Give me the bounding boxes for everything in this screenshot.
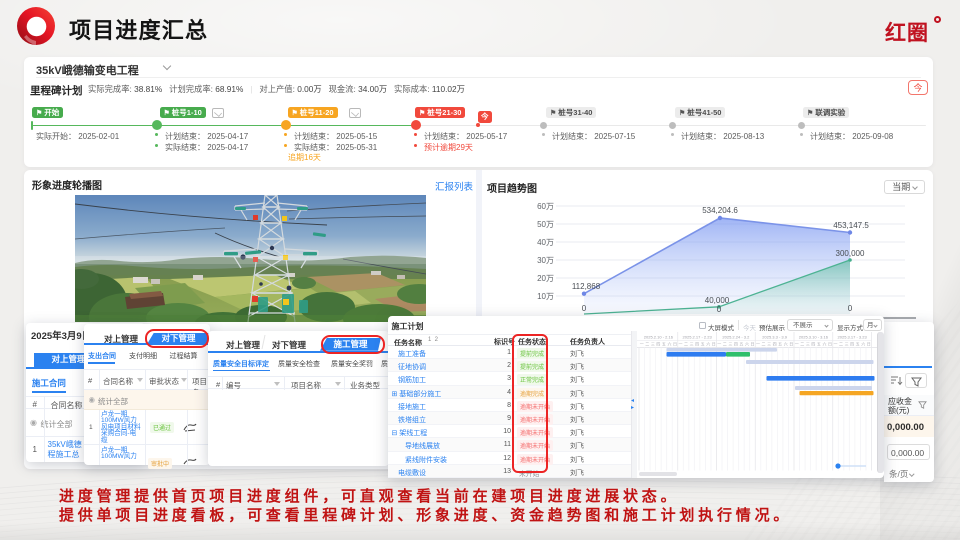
svg-text:453,147.5: 453,147.5 <box>833 221 869 230</box>
svg-text:三: 三 <box>651 341 655 346</box>
svg-text:二: 二 <box>645 341 649 346</box>
svg-text:0: 0 <box>848 304 853 313</box>
svg-text:五: 五 <box>856 341 860 346</box>
svg-text:三: 三 <box>728 341 732 346</box>
svg-text:五: 五 <box>778 341 782 346</box>
svg-text:六: 六 <box>706 340 710 346</box>
svg-text:六: 六 <box>784 340 788 346</box>
svg-text:六: 六 <box>822 340 826 346</box>
svg-text:30万: 30万 <box>537 256 554 265</box>
svg-text:二: 二 <box>684 341 688 346</box>
svg-text:50万: 50万 <box>537 220 554 229</box>
svg-text:一: 一 <box>756 341 760 346</box>
svg-text:六: 六 <box>861 340 865 346</box>
svg-text:10万: 10万 <box>537 292 554 301</box>
svg-text:2025.3.10 - 3.16: 2025.3.10 - 3.16 <box>799 334 829 339</box>
svg-text:四: 四 <box>773 341 777 346</box>
svg-text:四: 四 <box>811 341 815 346</box>
svg-text:四: 四 <box>850 341 854 346</box>
svg-text:三: 三 <box>690 341 694 346</box>
svg-text:534,204.6: 534,204.6 <box>702 206 738 215</box>
svg-text:四: 四 <box>695 341 699 346</box>
svg-text:三: 三 <box>767 341 771 346</box>
svg-text:三: 三 <box>845 341 849 346</box>
svg-text:20万: 20万 <box>537 274 554 283</box>
svg-text:日: 日 <box>712 341 716 346</box>
svg-text:五: 五 <box>739 341 743 346</box>
svg-text:0: 0 <box>717 305 722 314</box>
svg-text:六: 六 <box>745 340 749 346</box>
svg-text:40,000: 40,000 <box>705 296 730 305</box>
svg-text:日: 日 <box>828 341 832 346</box>
svg-text:六: 六 <box>667 340 671 346</box>
svg-text:2025.2.17 - 2.23: 2025.2.17 - 2.23 <box>683 334 713 339</box>
svg-text:112,868: 112,868 <box>572 282 601 291</box>
svg-text:四: 四 <box>734 341 738 346</box>
svg-text:2025.2.10 - 2.16: 2025.2.10 - 2.16 <box>644 334 674 339</box>
svg-text:一: 一 <box>717 341 721 346</box>
svg-text:300,000: 300,000 <box>836 249 865 258</box>
svg-text:二: 二 <box>762 341 766 346</box>
svg-text:五: 五 <box>701 341 705 346</box>
svg-text:2025.3.17 - 3.23: 2025.3.17 - 3.23 <box>838 334 868 339</box>
svg-text:日: 日 <box>750 341 754 346</box>
svg-text:日: 日 <box>673 341 677 346</box>
svg-text:2025.3.3 - 3.9: 2025.3.3 - 3.9 <box>762 334 787 339</box>
svg-text:一: 一 <box>679 341 683 346</box>
svg-text:二: 二 <box>839 341 843 346</box>
svg-text:一: 一 <box>640 341 644 346</box>
svg-text:三: 三 <box>806 341 810 346</box>
svg-text:0: 0 <box>582 304 587 313</box>
svg-text:五: 五 <box>662 341 666 346</box>
svg-text:60万: 60万 <box>537 202 554 211</box>
svg-text:一: 一 <box>834 341 838 346</box>
svg-text:40万: 40万 <box>537 238 554 247</box>
svg-text:五: 五 <box>817 341 821 346</box>
svg-text:四: 四 <box>656 341 660 346</box>
svg-text:日: 日 <box>867 341 871 346</box>
svg-text:日: 日 <box>789 341 793 346</box>
svg-text:2025.2.24 - 3.2: 2025.2.24 - 3.2 <box>722 334 750 339</box>
svg-text:二: 二 <box>800 341 804 346</box>
svg-text:二: 二 <box>723 341 727 346</box>
svg-text:一: 一 <box>795 341 799 346</box>
